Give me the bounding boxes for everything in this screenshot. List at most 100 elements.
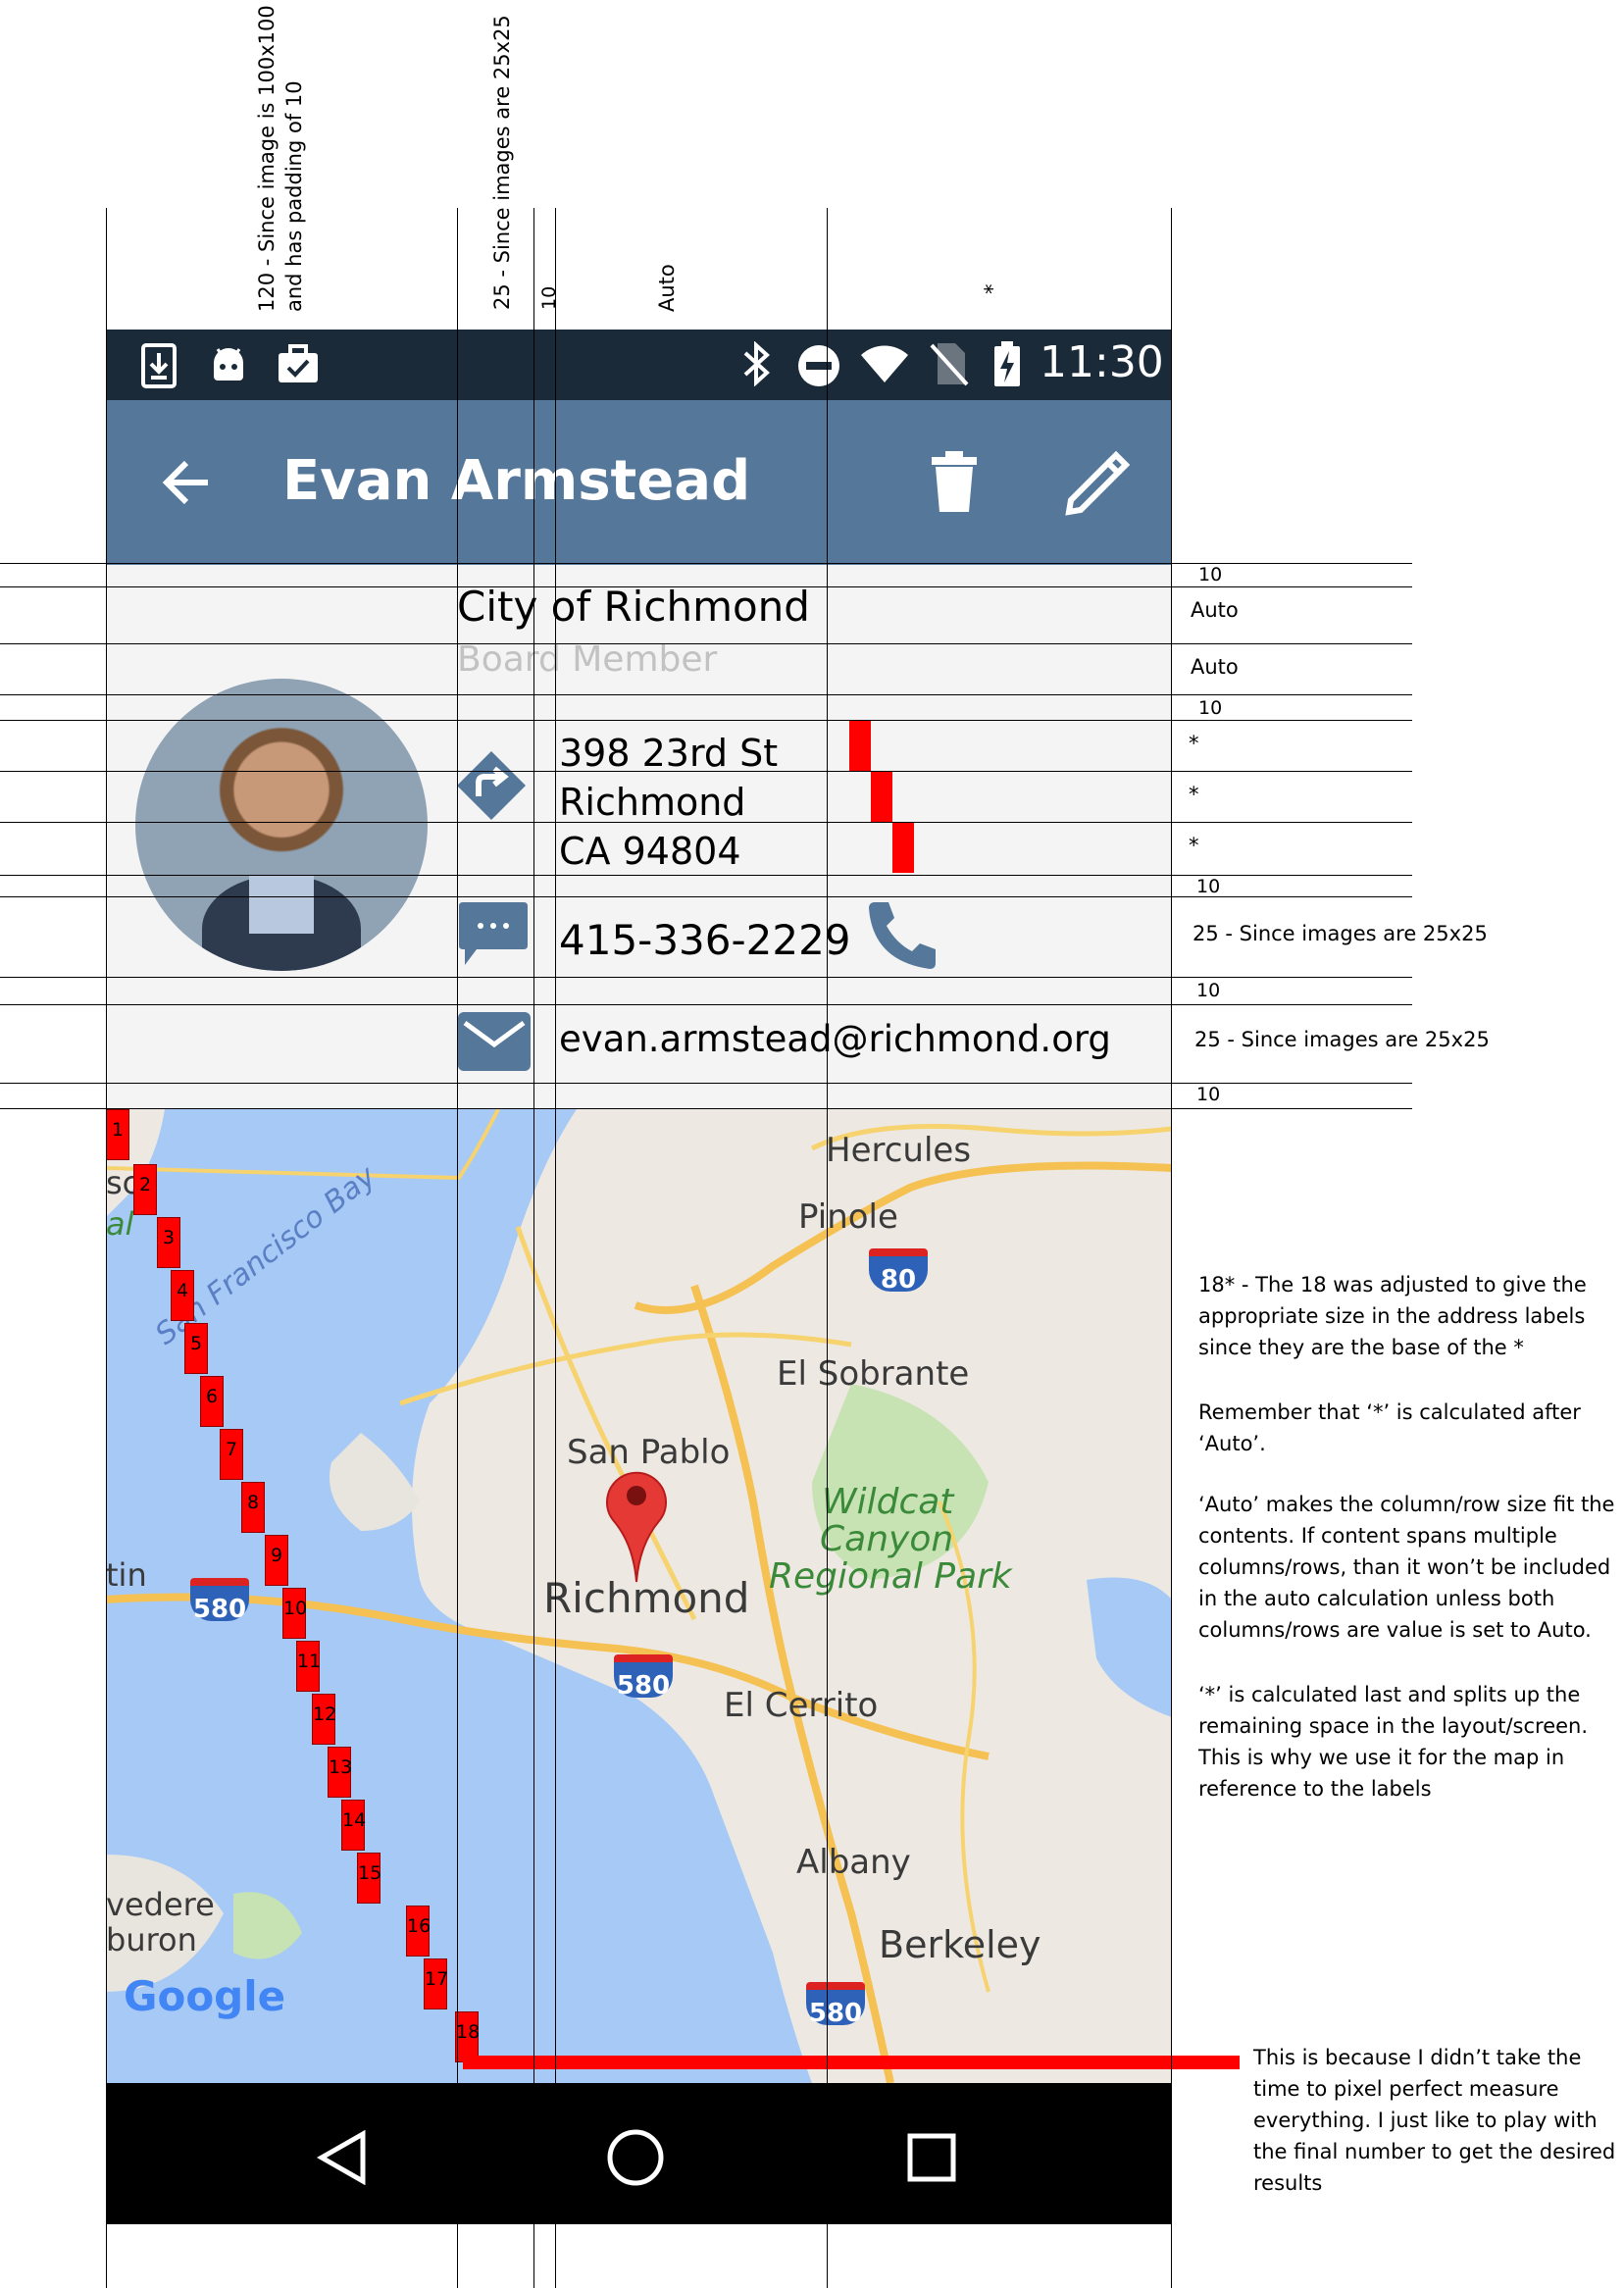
address-line-2[interactable]: Richmond [559,781,745,824]
row-step-7: 7 [220,1429,243,1480]
map-label-hercules: Hercules [826,1131,972,1170]
grid-col-right [1171,208,1172,2288]
google-logo: Google [124,1972,286,2020]
highway-shield-80: 80 [869,1248,928,1295]
row-step-8: 8 [241,1482,265,1533]
note-18-star: 18* - The 18 was adjusted to give the ap… [1198,1273,1587,1359]
row-step-9: 9 [265,1535,288,1586]
column-annotation-image-text: 120 - Since image is 100x100 and has pad… [255,5,306,312]
briefcase-check-icon [279,344,318,382]
phone-number[interactable]: 415-336-2229 [559,916,851,964]
row-step-12: 12 [312,1694,336,1745]
trash-icon[interactable] [932,451,977,512]
nav-back-icon[interactable] [316,2130,367,2185]
row-step-5: 5 [184,1323,208,1374]
page-title: Evan Armstead [282,449,751,513]
map-view[interactable]: Hercules Pinole El Sobrante San Pablo Ri… [106,1109,1172,2083]
arrow-back-icon[interactable] [161,459,212,506]
remaining-space-indicator [463,2056,1240,2069]
mail-icon[interactable] [457,1011,532,1072]
map-label-tiburon: buron [106,1921,197,1958]
grid-row-4 [0,720,1412,721]
map-label-tin: tin [106,1556,147,1594]
nav-home-icon[interactable] [606,2128,665,2187]
grid-row-10 [0,1004,1412,1005]
row-step-15: 15 [357,1853,381,1904]
row-step-13: 13 [328,1747,352,1798]
message-icon[interactable] [457,900,530,969]
no-sim-icon [930,343,969,386]
phone-icon[interactable] [865,898,939,973]
do-not-disturb-icon [798,345,839,386]
role-label: Board Member [457,639,718,680]
map-label-albany: Albany [796,1843,911,1882]
column-annotation-auto: Auto [655,264,679,312]
row-step-10: 10 [282,1588,307,1639]
note-pixel-perfect: This is because I didn’t take the time t… [1253,2046,1616,2195]
map-label-el-cerrito: El Cerrito [724,1686,879,1725]
organization-label: City of Richmond [457,583,810,631]
download-icon [141,343,177,388]
grid-col-image-end [457,208,458,2288]
grid-col-icon-end [533,208,534,2288]
row-annotation-5: * [1189,732,1199,755]
note-star-after-auto: Remember that ‘*’ is calculated after ‘A… [1198,1400,1581,1455]
star-row-indicator-1 [849,720,871,771]
grid-row-1 [0,586,1412,587]
row-annotation-2: Auto [1191,598,1239,622]
note-auto-explanation: ‘Auto’ makes the column/row size fit the… [1198,1493,1615,1642]
contact-details: City of Richmond Board Member 398 23rd S… [106,565,1172,1109]
address-line-1[interactable]: 398 23rd St [559,732,778,775]
row-annotation-12: 10 [1196,1084,1221,1105]
location-pin-icon[interactable] [604,1466,669,1584]
directions-icon[interactable] [455,749,528,822]
row-step-2: 2 [133,1164,157,1215]
row-step-17: 17 [424,1958,448,2009]
grid-row-3 [0,694,1412,695]
grid-row-5 [0,771,1412,772]
map-label-el-sobrante: El Sobrante [777,1354,970,1394]
pencil-icon[interactable] [1065,451,1130,516]
note-star-explanation: ‘*’ is calculated last and splits up the… [1198,1683,1589,1801]
row-step-3: 3 [157,1217,180,1268]
row-step-11: 11 [296,1641,321,1692]
row-annotation-1: 10 [1198,564,1223,585]
highway-shield-580-richmond: 580 [614,1654,673,1701]
row-step-4: 4 [171,1270,194,1321]
star-row-indicator-3 [892,822,914,873]
email-address[interactable]: evan.armstead@richmond.org [559,1018,1111,1060]
grid-row-9 [0,977,1412,978]
app-bar: Evan Armstead [106,400,1172,565]
row-annotation-11: 25 - Since images are 25x25 [1194,1028,1490,1051]
row-annotation-4: 10 [1198,697,1223,719]
grid-row-2 [0,643,1412,644]
navigation-bar [106,2083,1172,2224]
column-annotation-image: 120 - Since image is 100x100 and has pad… [253,0,308,312]
grid-row-12 [0,1108,1412,1109]
map-label-pinole: Pinole [798,1197,898,1237]
map-label-wildcat-1: Wildcat [822,1482,954,1522]
status-time: 11:30 [1040,337,1164,387]
row-annotation-8: 10 [1196,876,1221,897]
highway-shield-580-berkeley: 580 [806,1982,865,2028]
row-annotation-7: * [1189,834,1199,857]
grid-col-auto-end [827,208,828,2288]
map-label-wildcat-2: Canyon [820,1519,954,1559]
grid-col-padding-end [555,208,556,2288]
column-annotation-padding: 10 [538,285,560,310]
nav-recents-icon[interactable] [906,2132,957,2183]
row-annotation-10: 10 [1196,980,1221,1001]
avatar [135,679,428,971]
highway-shield-580-west: 580 [190,1578,249,1624]
battery-charging-icon [994,341,1020,386]
map-label-wildcat-3: Regional Park [769,1556,1012,1597]
row-step-6: 6 [200,1376,224,1427]
row-step-14: 14 [341,1800,366,1851]
row-annotation-9: 25 - Since images are 25x25 [1193,922,1488,945]
row-annotation-3: Auto [1191,655,1239,679]
map-label-al: al [106,1205,134,1243]
address-line-3[interactable]: CA 94804 [559,830,741,873]
grid-row-6 [0,822,1412,823]
column-annotation-star: * [981,283,1004,295]
android-icon [214,348,243,381]
